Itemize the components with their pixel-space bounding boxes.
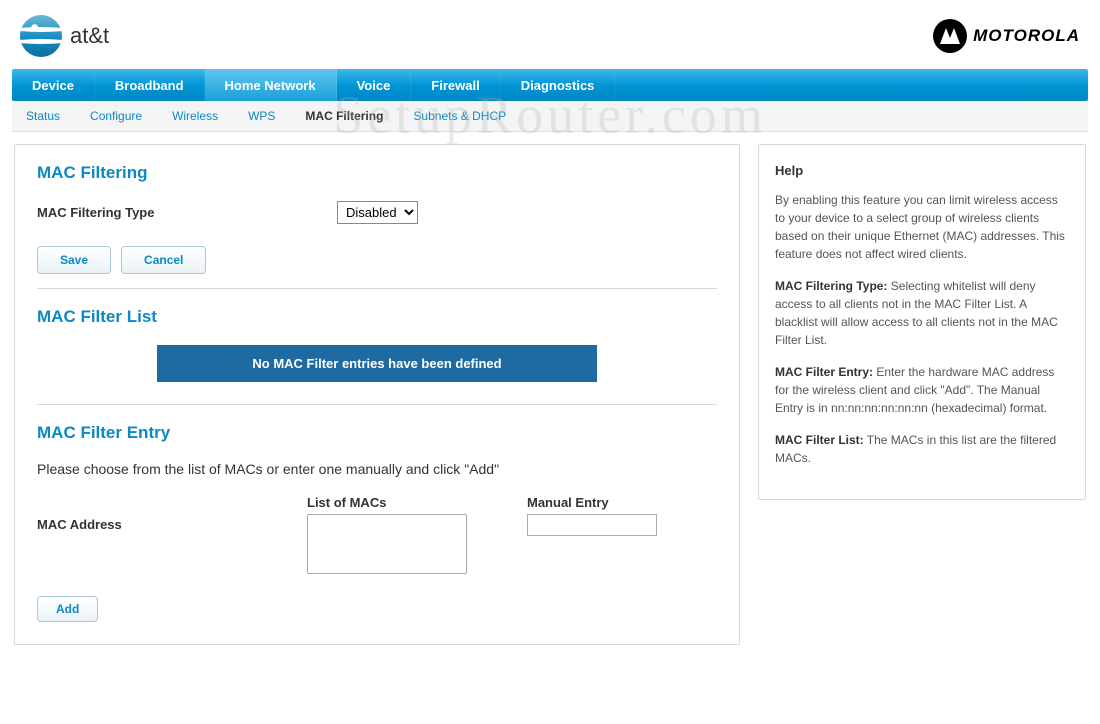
content-row: MAC Filtering MAC Filtering Type Disable… [0, 132, 1100, 657]
help-p3: MAC Filter Entry: Enter the hardware MAC… [775, 363, 1069, 417]
column-list-of-macs: List of MACs [307, 495, 467, 574]
subtab-status[interactable]: Status [20, 107, 66, 125]
add-row: Add [37, 596, 717, 622]
save-button[interactable]: Save [37, 246, 111, 274]
listbox-macs[interactable] [307, 514, 467, 574]
add-button[interactable]: Add [37, 596, 98, 622]
label-mac-address: MAC Address [37, 495, 307, 532]
help-p4: MAC Filter List: The MACs in this list a… [775, 431, 1069, 467]
header: at&t MOTOROLA [0, 0, 1100, 69]
tab-device[interactable]: Device [12, 69, 95, 101]
button-row: Save Cancel [37, 246, 717, 274]
select-mac-filtering-type[interactable]: Disabled [337, 201, 418, 224]
subtab-mac-filtering[interactable]: MAC Filtering [299, 107, 389, 125]
subtab-wireless[interactable]: Wireless [166, 107, 224, 125]
head-manual-entry: Manual Entry [527, 495, 657, 510]
att-globe-icon [20, 15, 62, 57]
mac-entry-row: MAC Address List of MACs Manual Entry [37, 495, 717, 574]
nav-secondary: Status Configure Wireless WPS MAC Filter… [12, 101, 1088, 132]
help-p1: By enabling this feature you can limit w… [775, 191, 1069, 263]
form-row-type: MAC Filtering Type Disabled [37, 201, 717, 224]
tab-home-network[interactable]: Home Network [205, 69, 337, 101]
input-manual-entry[interactable] [527, 514, 657, 536]
subtab-subnets-dhcp[interactable]: Subnets & DHCP [407, 107, 512, 125]
cancel-button[interactable]: Cancel [121, 246, 206, 274]
help-panel: Help By enabling this feature you can li… [758, 144, 1086, 500]
divider [37, 288, 717, 289]
help-p2: MAC Filtering Type: Selecting whitelist … [775, 277, 1069, 349]
brand-att: at&t [20, 15, 109, 57]
instruction-text: Please choose from the list of MACs or e… [37, 461, 717, 477]
tab-firewall[interactable]: Firewall [411, 69, 500, 101]
column-manual-entry: Manual Entry [527, 495, 657, 536]
subtab-wps[interactable]: WPS [242, 107, 281, 125]
tab-broadband[interactable]: Broadband [95, 69, 205, 101]
motorola-logo-icon [933, 19, 967, 53]
label-mac-filtering-type: MAC Filtering Type [37, 205, 337, 220]
section-title-mac-filtering: MAC Filtering [37, 163, 717, 183]
main-panel: MAC Filtering MAC Filtering Type Disable… [14, 144, 740, 645]
att-text: at&t [70, 23, 109, 49]
section-title-mac-filter-entry: MAC Filter Entry [37, 423, 717, 443]
divider [37, 404, 717, 405]
nav-primary: Device Broadband Home Network Voice Fire… [12, 69, 1088, 101]
head-list-of-macs: List of MACs [307, 495, 467, 510]
help-title: Help [775, 161, 1069, 181]
tab-diagnostics[interactable]: Diagnostics [501, 69, 616, 101]
tab-voice[interactable]: Voice [337, 69, 412, 101]
brand-motorola: MOTOROLA [933, 19, 1080, 53]
section-title-mac-filter-list: MAC Filter List [37, 307, 717, 327]
filter-list-banner: No MAC Filter entries have been defined [157, 345, 597, 382]
subtab-configure[interactable]: Configure [84, 107, 148, 125]
motorola-text: MOTOROLA [973, 26, 1080, 46]
